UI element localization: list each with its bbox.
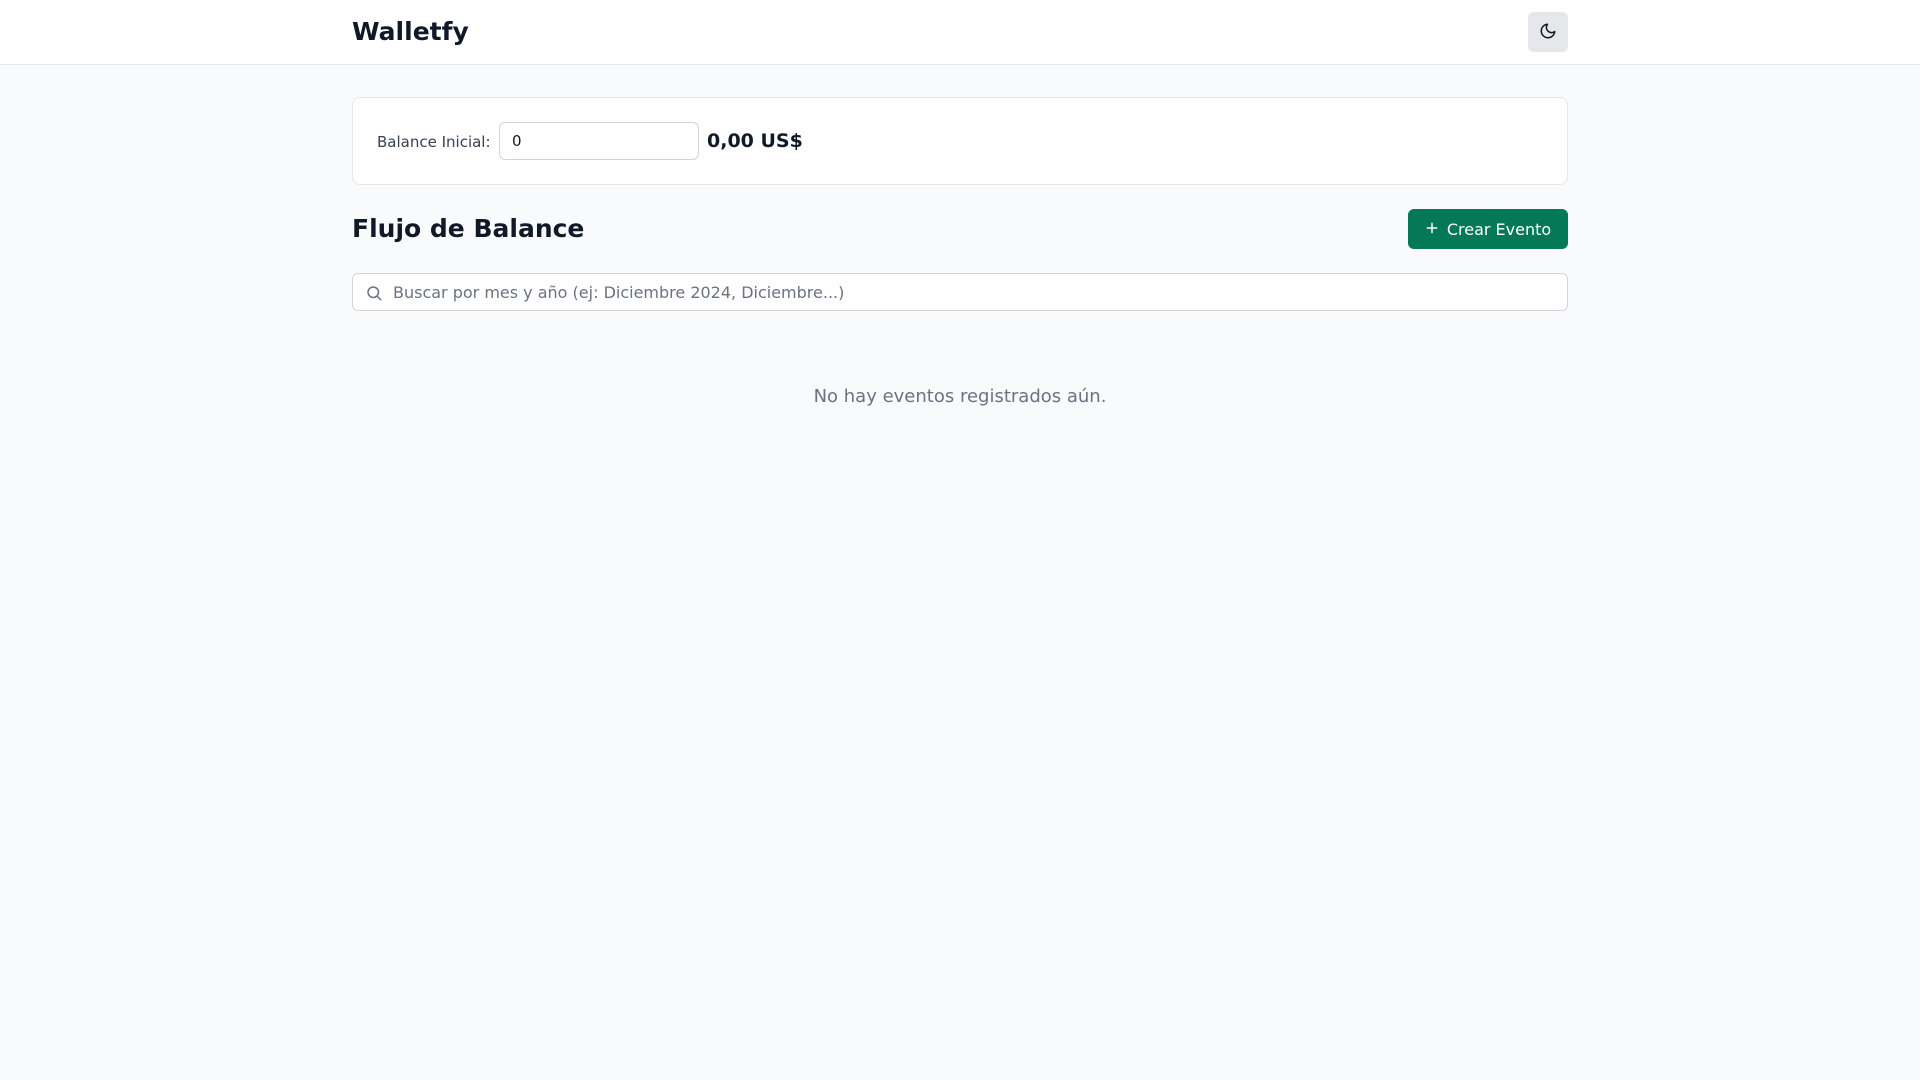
empty-events-message: No hay eventos registrados aún. xyxy=(813,386,1107,407)
create-event-button[interactable]: Crear Evento xyxy=(1408,209,1568,249)
moon-icon xyxy=(1539,22,1557,43)
search-bar xyxy=(352,273,1568,311)
balance-card: Balance Inicial: 0,00 US$ xyxy=(352,97,1568,185)
search-icon xyxy=(365,284,383,302)
app-title: Walletfy xyxy=(352,17,469,46)
section-title: Flujo de Balance xyxy=(352,214,585,243)
initial-balance-input[interactable] xyxy=(499,122,699,160)
app-header: Walletfy xyxy=(0,0,1920,65)
create-event-label: Crear Evento xyxy=(1446,219,1552,239)
balance-amount: 0,00 US$ xyxy=(707,130,803,152)
theme-toggle-button[interactable] xyxy=(1528,12,1568,52)
plus-icon xyxy=(1425,220,1439,239)
search-input[interactable] xyxy=(393,274,1563,310)
balance-label: Balance Inicial: xyxy=(377,133,491,151)
